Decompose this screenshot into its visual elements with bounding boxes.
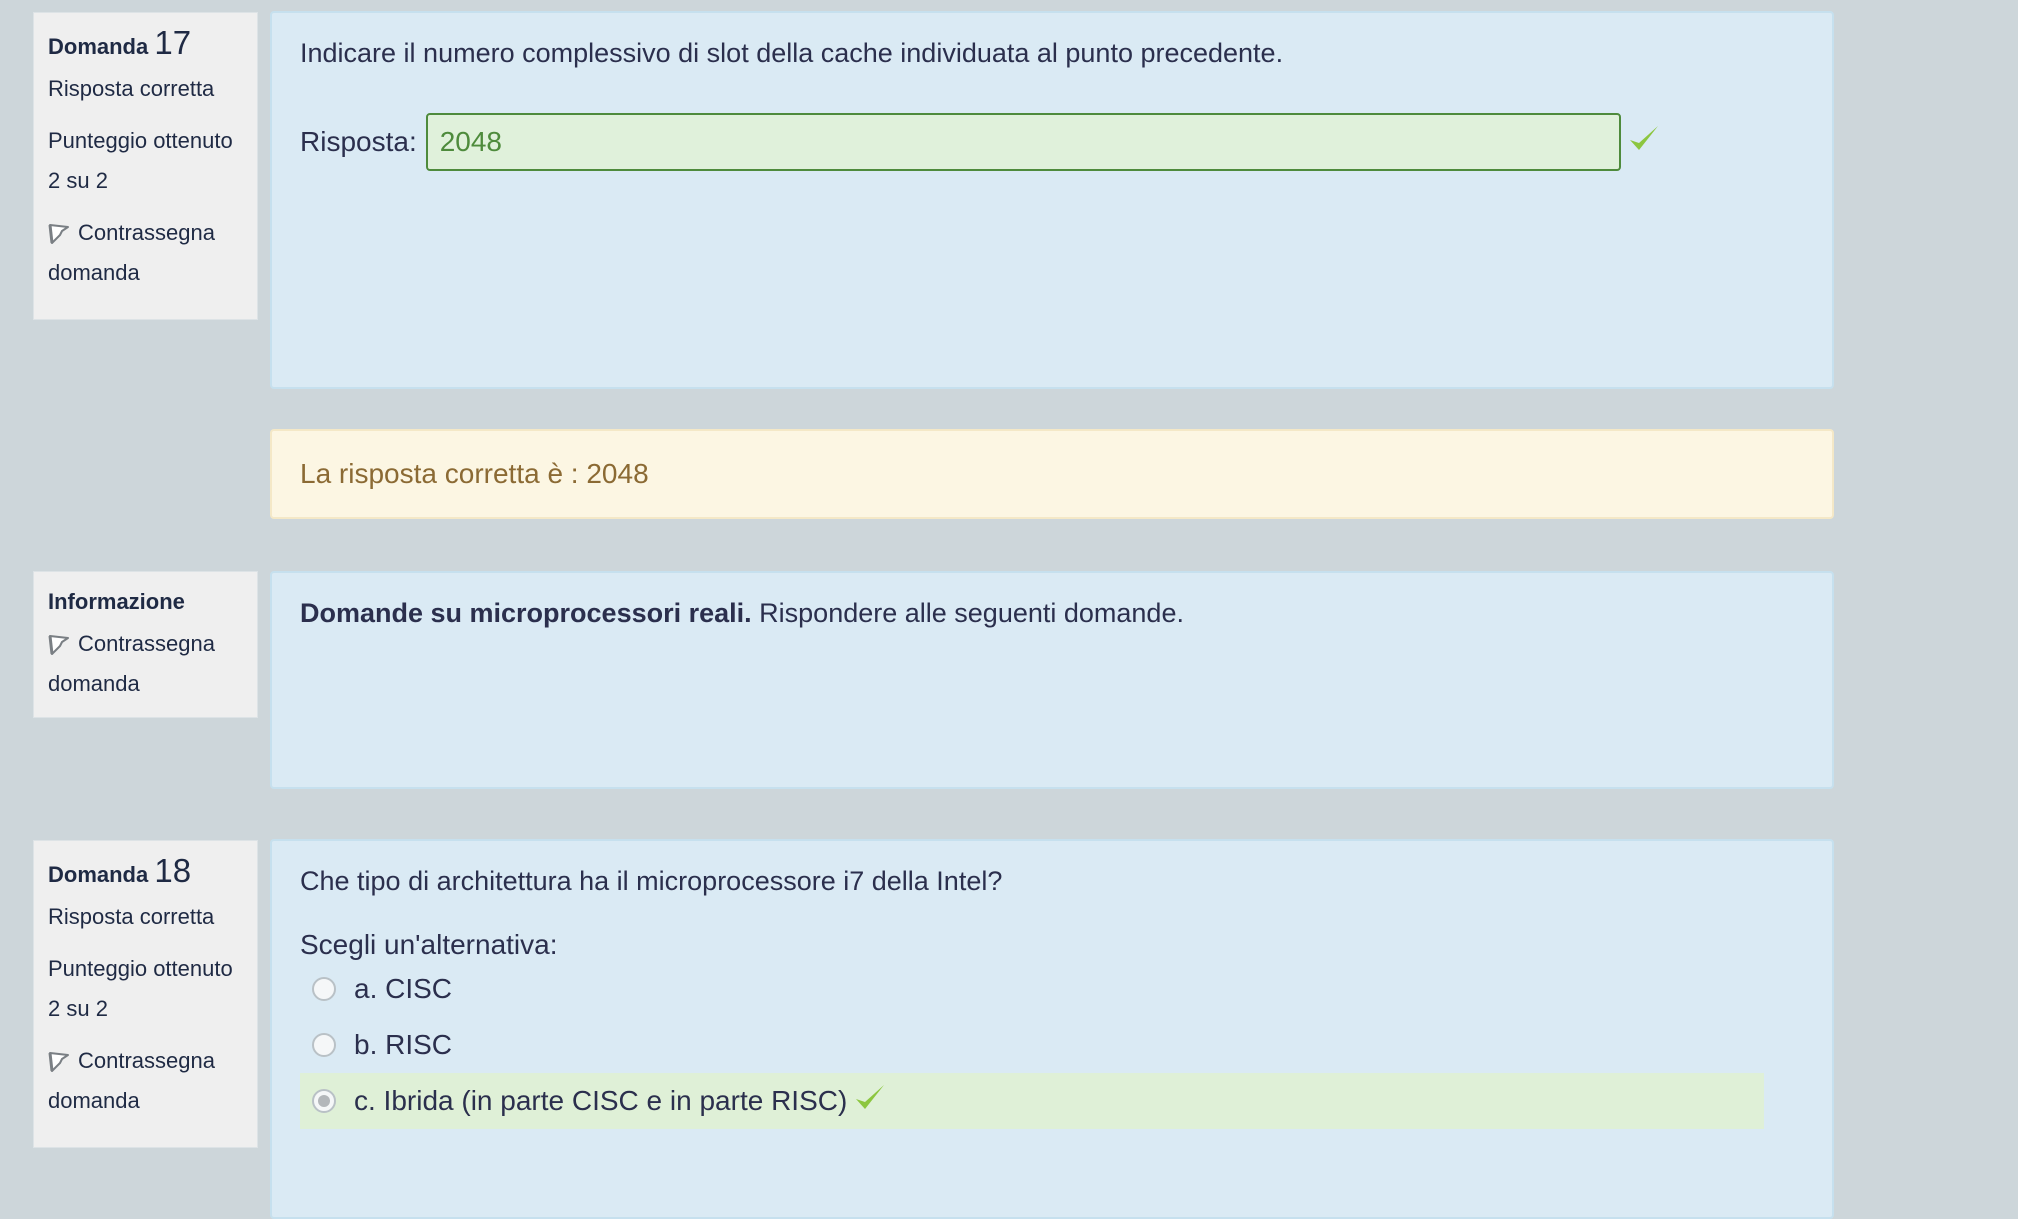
answer-option-a[interactable]: a. CISC	[300, 961, 1804, 1017]
check-icon	[1627, 122, 1661, 163]
question-grade: Punteggio ottenuto 2 su 2	[48, 956, 233, 1021]
question-state: Risposta corretta	[48, 904, 215, 929]
information-label: Informazione	[48, 589, 185, 614]
question-text: Che tipo di architettura ha il microproc…	[300, 866, 1003, 896]
flag-icon	[48, 218, 72, 244]
question-18-content: Che tipo di architettura ha il microproc…	[270, 839, 1834, 1219]
question-17-info: Domanda 17 Risposta corretta Punteggio o…	[33, 12, 258, 320]
radio-icon[interactable]	[312, 1033, 336, 1057]
question-grade: Punteggio ottenuto 2 su 2	[48, 128, 233, 193]
question-state: Risposta corretta	[48, 76, 215, 101]
flag-question-link[interactable]: Contrassegna domanda	[48, 624, 243, 704]
check-icon	[853, 1081, 887, 1122]
answer-label: Risposta:	[300, 126, 417, 157]
question-label: Domanda 18	[48, 852, 192, 889]
radio-icon[interactable]	[312, 977, 336, 1001]
right-answer-feedback: La risposta corretta è : 2048	[270, 429, 1834, 519]
question-label: Domanda 17	[48, 24, 192, 61]
radio-icon[interactable]	[312, 1089, 336, 1113]
question-text: Indicare il numero complessivo di slot d…	[300, 38, 1284, 68]
answer-input[interactable]	[425, 113, 1621, 171]
question-number: 18	[154, 852, 192, 889]
question-17-content: Indicare il numero complessivo di slot d…	[270, 11, 1834, 389]
flag-question-link[interactable]: Contrassegna domanda	[48, 213, 243, 293]
answer-option-b[interactable]: b. RISC	[300, 1017, 1804, 1073]
answer-option-c[interactable]: c. Ibrida (in parte CISC e in parte RISC…	[300, 1073, 1764, 1129]
question-number: 17	[154, 24, 192, 61]
information-info: Informazione Contrassegna domanda	[33, 571, 258, 718]
flag-question-link[interactable]: Contrassegna domanda	[48, 1041, 243, 1121]
information-content: Domande su microprocessori reali. Rispon…	[270, 571, 1834, 789]
flag-icon	[48, 1046, 72, 1072]
flag-icon	[48, 629, 72, 655]
information-text: Domande su microprocessori reali. Rispon…	[300, 598, 1184, 628]
question-18-info: Domanda 18 Risposta corretta Punteggio o…	[33, 840, 258, 1148]
answer-row: Risposta:	[300, 113, 1661, 171]
answer-prompt: Scegli un'alternativa:	[300, 929, 558, 960]
